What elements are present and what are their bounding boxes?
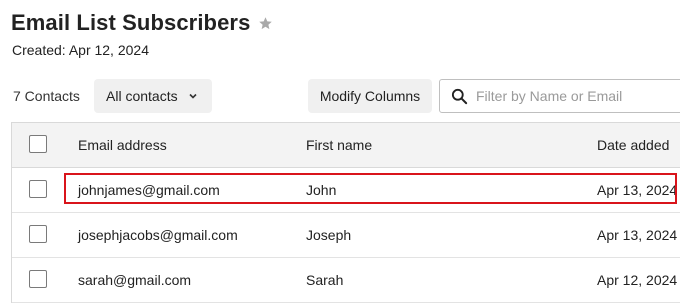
first-name-cell: Joseph [306, 227, 352, 243]
search-input[interactable] [474, 87, 680, 105]
column-header-email[interactable]: Email address [78, 123, 167, 167]
date-added-cell: Apr 13, 2024 [597, 227, 678, 243]
select-all-checkbox[interactable] [29, 135, 47, 153]
search-box[interactable] [439, 79, 680, 113]
contacts-filter-dropdown[interactable]: All contacts [94, 79, 212, 113]
first-name-cell: Sarah [306, 272, 344, 288]
page-title: Email List Subscribers [11, 10, 251, 35]
contacts-filter-label: All contacts [106, 88, 178, 104]
contacts-table: Email address First name Date added john… [11, 122, 680, 303]
row-checkbox[interactable] [29, 225, 47, 243]
title-row: Email List Subscribers [11, 6, 273, 40]
star-icon[interactable] [257, 15, 273, 31]
contact-count: 7 Contacts [13, 88, 80, 104]
toolbar: 7 Contacts All contacts Modify Columns [0, 79, 680, 113]
search-icon [450, 87, 468, 105]
row-checkbox[interactable] [29, 180, 47, 198]
table-row[interactable]: josephjacobs@gmail.com Joseph Apr 13, 20… [12, 213, 680, 258]
row-checkbox[interactable] [29, 270, 47, 288]
chevron-down-icon [188, 91, 198, 101]
table-header: Email address First name Date added [12, 123, 680, 168]
email-cell[interactable]: sarah@gmail.com [78, 258, 191, 302]
column-header-date-added[interactable]: Date added [597, 123, 669, 167]
date-added-cell: Apr 13, 2024 [597, 182, 678, 198]
created-date: Created: Apr 12, 2024 [12, 42, 149, 58]
first-name-cell: John [306, 182, 337, 198]
table-row[interactable]: johnjames@gmail.com John Apr 13, 2024 [12, 168, 680, 213]
modify-columns-button[interactable]: Modify Columns [308, 79, 432, 113]
email-cell[interactable]: josephjacobs@gmail.com [78, 213, 238, 257]
date-added-cell: Apr 12, 2024 [597, 272, 678, 288]
email-cell[interactable]: johnjames@gmail.com [78, 168, 220, 212]
column-header-first-name[interactable]: First name [306, 123, 372, 167]
table-row[interactable]: sarah@gmail.com Sarah Apr 12, 2024 [12, 258, 680, 303]
